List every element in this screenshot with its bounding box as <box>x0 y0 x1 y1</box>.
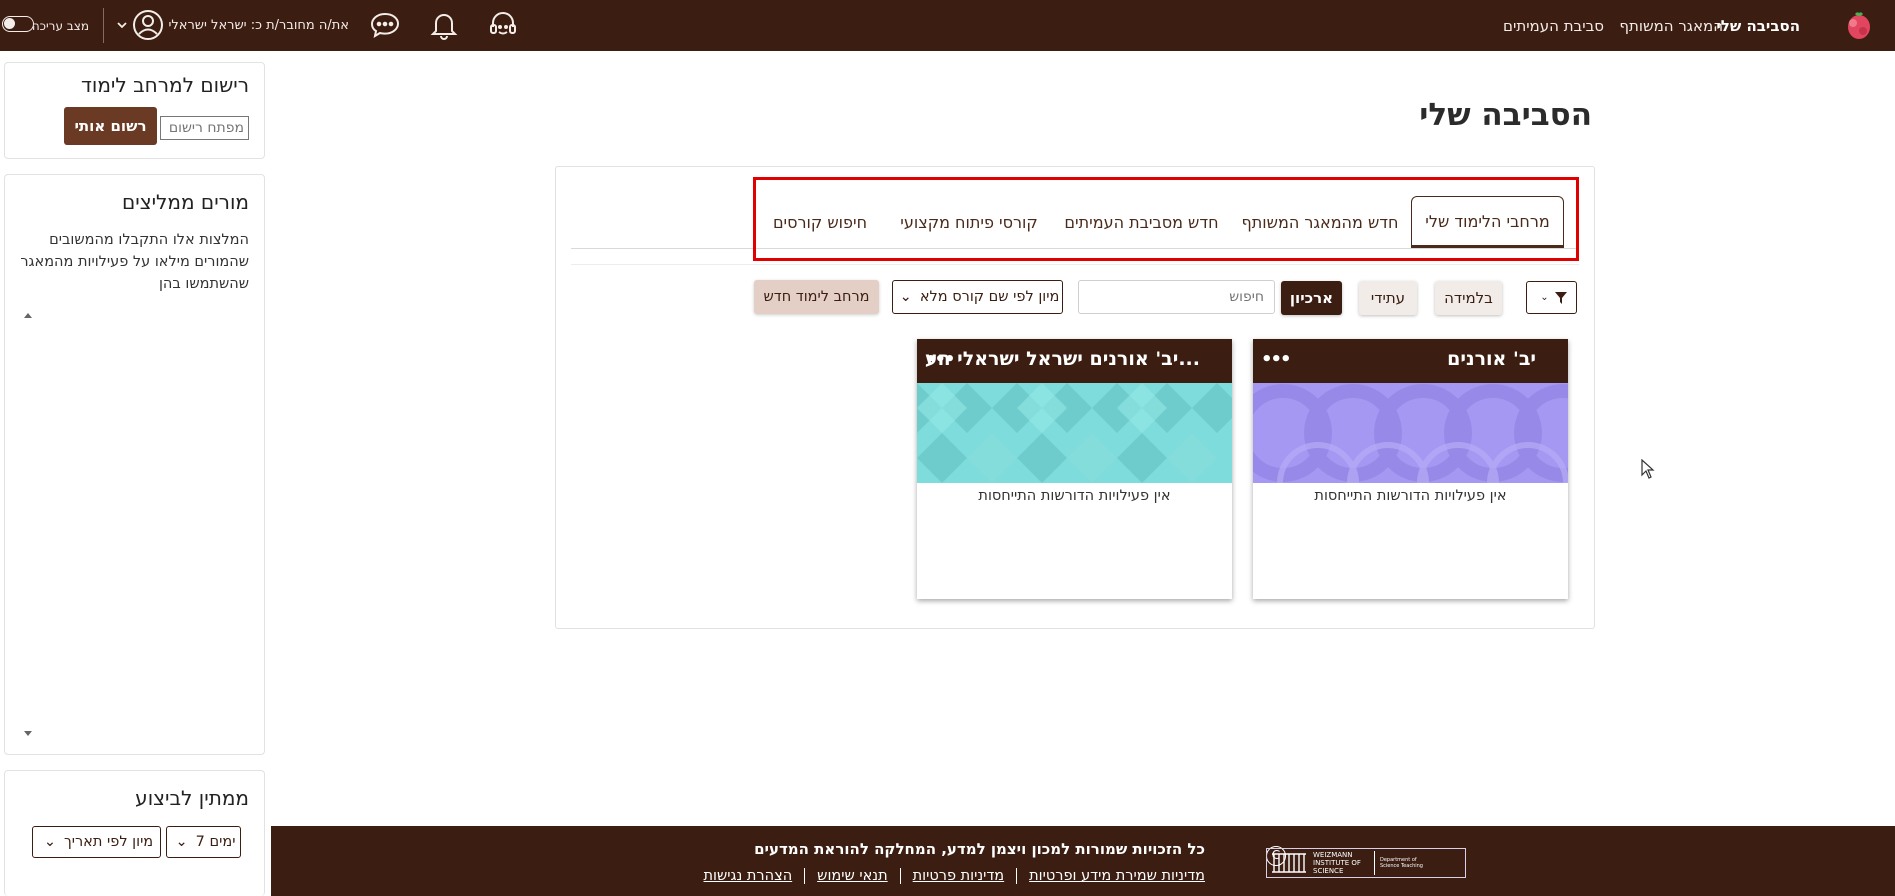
course-status-text: אין פעילויות הדורשות התייחסות <box>1314 488 1507 504</box>
tabs-highlight-box <box>753 177 1579 261</box>
page-title: הסביבה שלי <box>1419 97 1592 133</box>
user-avatar-icon[interactable] <box>131 8 165 42</box>
nav-shared-repository[interactable]: המאגר המשותף <box>1619 0 1723 51</box>
filter-dropdown-button[interactable]: ⌄ <box>1526 281 1577 314</box>
topbar-divider <box>103 8 104 43</box>
footer-link-accessibility-statement[interactable]: הצהרת נגישות <box>692 868 805 884</box>
filter-in-progress-button[interactable]: בלמידה <box>1435 281 1502 315</box>
weizmann-logo-text: WEIZMANN INSTITUTE OF SCIENCE <box>1313 851 1361 875</box>
user-menu-chevron-down-icon[interactable] <box>113 8 131 42</box>
chevron-down-icon: ⌄ <box>43 834 56 850</box>
course-card[interactable]: יב' אורנים ••• אין פעילויות הדורשות התיי… <box>1253 339 1568 599</box>
pending-card-title: ממתין לביצוע <box>135 786 249 810</box>
course-card-header: יב' אורנים ישראל ישראלי הע... ••• <box>917 339 1232 383</box>
course-cover-image[interactable] <box>917 383 1232 483</box>
connected-user-label: את/ה מחובר/ת כ: ישראל ישראלי <box>168 18 349 33</box>
more-options-icon[interactable]: ••• <box>925 349 955 370</box>
sort-by-full-name-select[interactable]: ⌄ מיון לפי שם קורס מלא <box>892 280 1063 314</box>
more-options-icon[interactable]: ••• <box>1261 349 1291 370</box>
footer-links: מדיניות שמירת מידע ופרטיות מדיניות פרטיו… <box>692 868 1205 884</box>
chevron-down-icon: ⌄ <box>1540 292 1549 303</box>
recommending-teachers-card: מורים ממליצים המלצות אלו התקבלו מהמשובים… <box>4 174 265 755</box>
course-title[interactable]: יב' אורנים ישראל ישראלי הע... <box>925 348 1200 370</box>
pending-tasks-card: ממתין לביצוע ⌄ 7 ימים ⌄ מיון לפי תאריך <box>4 770 265 896</box>
recommending-card-title: מורים ממליצים <box>121 190 249 214</box>
course-card-header: יב' אורנים ••• <box>1253 339 1568 383</box>
nav-my-environment[interactable]: הסביבה שלי <box>1716 0 1800 51</box>
footer-link-terms-of-use[interactable]: תנאי שימוש <box>804 868 899 884</box>
pending-days-select[interactable]: ⌄ 7 ימים <box>166 826 241 858</box>
logo-box[interactable]: WEIZMANN INSTITUTE OF SCIENCE Department… <box>1266 848 1466 878</box>
register-card: רישום למרחב לימוד רשום אותי <box>4 62 265 159</box>
chevron-down-icon: ⌄ <box>899 289 912 305</box>
tabs-divider-secondary <box>571 264 1579 265</box>
course-search-input[interactable] <box>1078 280 1275 314</box>
course-status-text: אין פעילויות הדורשות התייחסות <box>978 488 1171 504</box>
footer-link-privacy-policy[interactable]: מדיניות פרטיות <box>899 868 1017 884</box>
pending-sort-select[interactable]: ⌄ מיון לפי תאריך <box>32 826 161 858</box>
scroll-down-arrow-icon[interactable] <box>24 731 32 736</box>
weizmann-emblem-icon <box>1272 853 1306 873</box>
course-cover-image[interactable] <box>1253 383 1568 483</box>
filter-future-button[interactable]: עתידי <box>1359 281 1417 315</box>
footer-link-data-retention-policy[interactable]: מדיניות שמירת מידע ופרטיות <box>1016 868 1205 884</box>
register-card-title: רישום למרחב לימוד <box>80 73 249 97</box>
filter-archive-button[interactable]: ארכיון <box>1281 281 1342 315</box>
top-navigation-bar: הסביבה שלי המאגר המשותף סביבת העמיתים את… <box>0 0 1895 51</box>
filter-funnel-icon <box>1554 291 1567 304</box>
course-card[interactable]: יב' אורנים ישראל ישראלי הע... ••• אין פע… <box>917 339 1232 599</box>
course-title[interactable]: יב' אורנים <box>1447 348 1536 370</box>
chevron-down-icon: ⌄ <box>175 834 188 850</box>
register-me-button[interactable]: רשום אותי <box>64 107 157 145</box>
recommendations-scrollbar[interactable] <box>21 310 35 740</box>
logo-divider <box>1374 851 1375 875</box>
messages-chat-icon[interactable] <box>368 8 402 42</box>
scroll-up-arrow-icon[interactable] <box>24 313 32 318</box>
new-learning-space-button[interactable]: מרחב לימוד חדש <box>754 280 879 314</box>
edit-mode-label: מצב עריכה <box>31 18 89 33</box>
site-logo-icon[interactable] <box>1843 9 1875 41</box>
footer: C כל הזכויות שמורות למכון ויצמן למדע, המ… <box>271 826 1895 896</box>
edit-mode-toggle[interactable] <box>2 16 34 32</box>
mouse-cursor-icon <box>1641 458 1655 483</box>
register-key-input[interactable] <box>160 116 249 140</box>
nav-peer-environment[interactable]: סביבת העמיתים <box>1503 0 1604 51</box>
copyright-text: כל הזכויות שמורות למכון ויצמן למדע, המחל… <box>754 840 1205 858</box>
recommending-description: המלצות אלו התקבלו מהמשובים שהמורים מילאו… <box>20 232 249 292</box>
support-headset-icon[interactable] <box>486 8 520 42</box>
department-logo-text: Department of Science Teaching <box>1380 857 1423 869</box>
notifications-bell-icon[interactable] <box>427 8 461 42</box>
